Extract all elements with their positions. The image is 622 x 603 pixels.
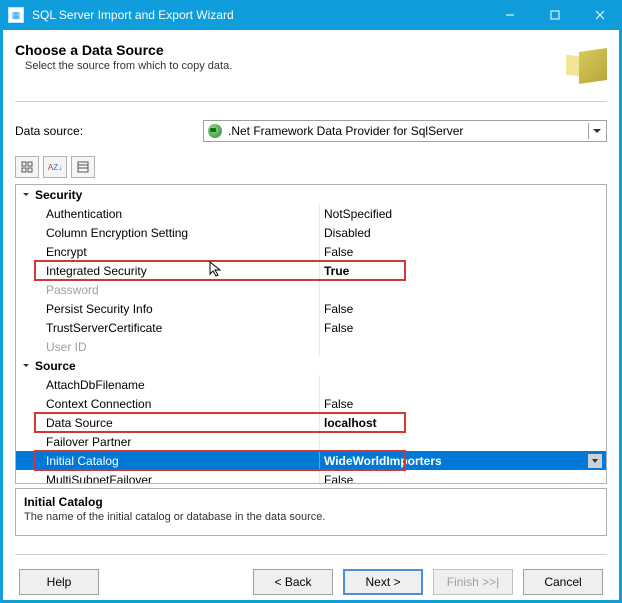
property-name: Encrypt — [34, 242, 320, 261]
property-name: Password — [34, 280, 320, 299]
property-grid[interactable]: Security AuthenticationNotSpecifiedColumn… — [15, 184, 607, 484]
datasource-selected: .Net Framework Data Provider for SqlServ… — [228, 124, 463, 138]
property-row[interactable]: Data Sourcelocalhost — [16, 413, 606, 432]
page-title: Choose a Data Source — [15, 42, 562, 58]
property-pages-button[interactable] — [71, 156, 95, 178]
category-row[interactable]: Security — [16, 185, 606, 204]
property-value[interactable]: True — [320, 261, 606, 280]
description-title: Initial Catalog — [24, 495, 598, 509]
help-button[interactable]: Help — [19, 569, 99, 595]
property-row[interactable]: Integrated SecurityTrue — [16, 261, 606, 280]
wizard-icon — [562, 42, 607, 87]
property-row[interactable]: Password — [16, 280, 606, 299]
property-value[interactable]: NotSpecified — [320, 204, 606, 223]
cancel-button[interactable]: Cancel — [523, 569, 603, 595]
property-value[interactable]: False — [320, 470, 606, 484]
finish-button: Finish >>| — [433, 569, 513, 595]
titlebar: ▦ SQL Server Import and Export Wizard — [0, 0, 622, 30]
minimize-button[interactable] — [487, 0, 532, 30]
description-panel: Initial Catalog The name of the initial … — [15, 488, 607, 536]
category-label: Source — [35, 359, 76, 373]
property-name: Initial Catalog — [34, 451, 320, 470]
datasource-label: Data source: — [15, 124, 195, 138]
categorized-button[interactable] — [15, 156, 39, 178]
wizard-buttons: Help < Back Next > Finish >>| Cancel — [15, 555, 607, 595]
close-button[interactable] — [577, 0, 622, 30]
property-row[interactable]: Initial CatalogWideWorldImporters — [16, 451, 606, 470]
alphabetical-button[interactable]: AZ↓ — [43, 156, 67, 178]
window-title: SQL Server Import and Export Wizard — [32, 8, 487, 22]
property-value[interactable]: False — [320, 299, 606, 318]
property-name: Column Encryption Setting — [34, 223, 320, 242]
chevron-down-icon[interactable] — [588, 454, 602, 468]
property-value[interactable]: localhost — [320, 413, 606, 432]
property-row[interactable]: Column Encryption SettingDisabled — [16, 223, 606, 242]
property-value[interactable]: False — [320, 394, 606, 413]
property-value[interactable] — [320, 337, 606, 356]
property-row[interactable]: AuthenticationNotSpecified — [16, 204, 606, 223]
property-value[interactable]: False — [320, 318, 606, 337]
category-label: Security — [35, 188, 82, 202]
property-row[interactable]: TrustServerCertificateFalse — [16, 318, 606, 337]
description-text: The name of the initial catalog or datab… — [24, 511, 598, 523]
property-value[interactable]: WideWorldImporters — [320, 451, 606, 470]
property-value[interactable] — [320, 432, 606, 451]
globe-icon — [208, 124, 222, 138]
property-row[interactable]: EncryptFalse — [16, 242, 606, 261]
property-value[interactable] — [320, 375, 606, 394]
property-name: Context Connection — [34, 394, 320, 413]
chevron-down-icon[interactable] — [20, 189, 31, 200]
property-row[interactable]: Persist Security InfoFalse — [16, 299, 606, 318]
property-value[interactable]: False — [320, 242, 606, 261]
property-row[interactable]: MultiSubnetFailoverFalse — [16, 470, 606, 484]
property-name: MultiSubnetFailover — [34, 470, 320, 484]
back-button[interactable]: < Back — [253, 569, 333, 595]
chevron-down-icon[interactable] — [20, 360, 31, 371]
datasource-dropdown[interactable]: .Net Framework Data Provider for SqlServ… — [203, 120, 607, 142]
property-name: AttachDbFilename — [34, 375, 320, 394]
page-subtitle: Select the source from which to copy dat… — [15, 60, 562, 72]
maximize-button[interactable] — [532, 0, 577, 30]
property-name: Persist Security Info — [34, 299, 320, 318]
chevron-down-icon — [588, 123, 604, 139]
property-row[interactable]: AttachDbFilename — [16, 375, 606, 394]
property-name: TrustServerCertificate — [34, 318, 320, 337]
property-row[interactable]: User ID — [16, 337, 606, 356]
property-name: User ID — [34, 337, 320, 356]
property-name: Authentication — [34, 204, 320, 223]
property-value[interactable] — [320, 280, 606, 299]
property-row[interactable]: Failover Partner — [16, 432, 606, 451]
app-icon: ▦ — [8, 7, 24, 23]
property-name: Data Source — [34, 413, 320, 432]
property-toolbar: AZ↓ — [15, 156, 607, 178]
wizard-header: Choose a Data Source Select the source f… — [15, 30, 607, 102]
property-value[interactable]: Disabled — [320, 223, 606, 242]
property-name: Failover Partner — [34, 432, 320, 451]
category-row[interactable]: Source — [16, 356, 606, 375]
property-name: Integrated Security — [34, 261, 320, 280]
property-row[interactable]: Context ConnectionFalse — [16, 394, 606, 413]
next-button[interactable]: Next > — [343, 569, 423, 595]
